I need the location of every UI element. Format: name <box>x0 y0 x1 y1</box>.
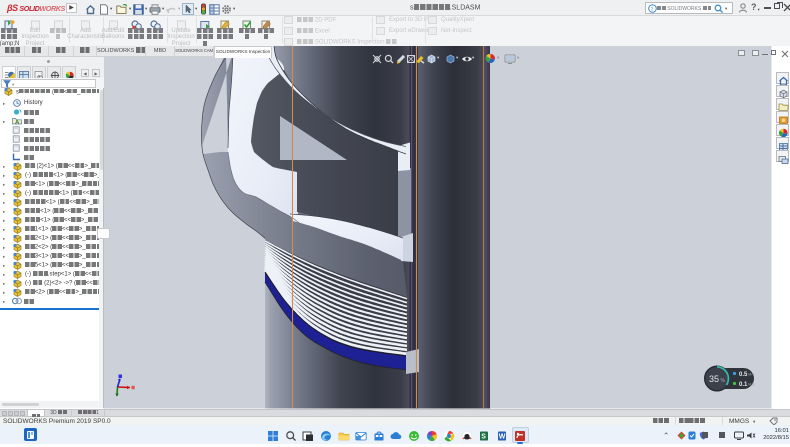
svg-text:M/s: M/s <box>748 372 754 377</box>
svg-text:M/s: M/s <box>748 382 754 387</box>
svg-text:S: S <box>481 433 486 440</box>
svg-text:W: W <box>499 433 506 440</box>
svg-text:0.5: 0.5 <box>739 372 748 378</box>
svg-text:A: A <box>15 120 20 125</box>
svg-text:%: % <box>721 378 726 384</box>
svg-text:?: ? <box>651 7 654 13</box>
svg-text:0.1: 0.1 <box>739 382 748 388</box>
svg-text:35: 35 <box>709 374 719 384</box>
